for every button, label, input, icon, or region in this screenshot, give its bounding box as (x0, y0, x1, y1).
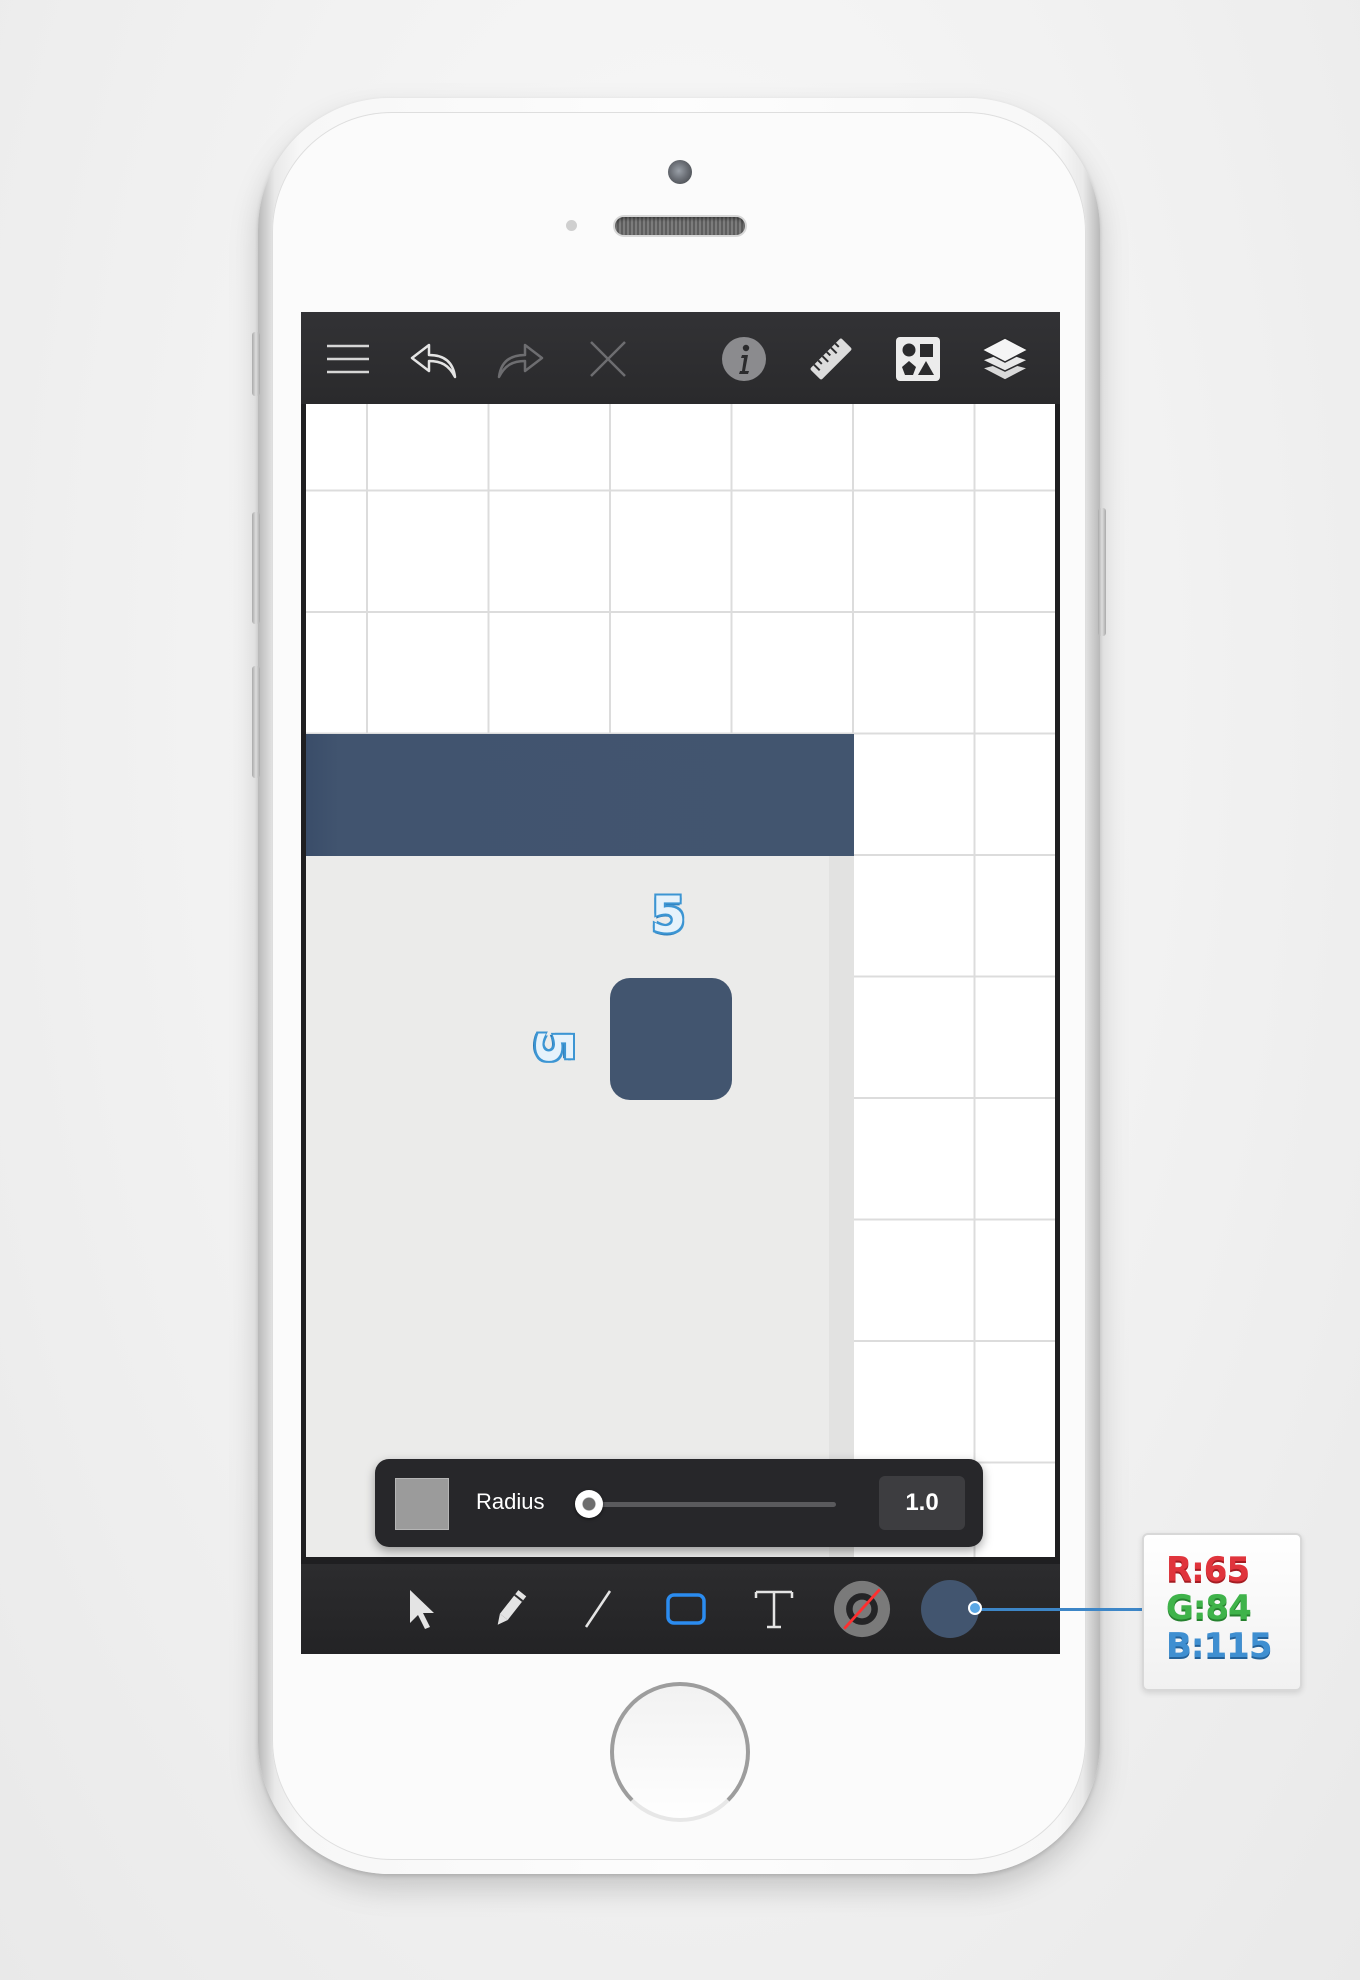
info-icon[interactable] (717, 332, 771, 386)
line-icon[interactable] (569, 1580, 627, 1638)
rgb-green-value: 84 (1205, 1588, 1252, 1628)
earpiece-speaker (615, 217, 745, 235)
radius-preview-swatch (395, 1478, 449, 1530)
rgb-blue-value: 115 (1203, 1626, 1273, 1666)
rgb-callout: R:65 G:84 B:115 (1142, 1533, 1302, 1691)
ruler-icon[interactable] (804, 332, 858, 386)
header-band-shape[interactable] (306, 734, 854, 856)
rgb-blue-line: B:115 (1166, 1627, 1272, 1665)
rgb-red-label: R: (1166, 1550, 1205, 1590)
rgb-red-value: 65 (1203, 1550, 1250, 1590)
stroke-color-icon[interactable] (833, 1580, 891, 1638)
silent-switch (252, 332, 260, 396)
power-button (1098, 508, 1106, 636)
callout-anchor-dot (968, 1601, 982, 1615)
rectangle-icon[interactable] (657, 1580, 715, 1638)
menu-icon[interactable] (321, 332, 375, 386)
rgb-blue-label: B: (1166, 1626, 1205, 1666)
text-icon[interactable] (745, 1580, 803, 1638)
dimension-label-left: 5 (524, 1029, 583, 1065)
radius-panel: Radius 1.0 (375, 1459, 983, 1547)
close-icon[interactable] (581, 332, 635, 386)
drawing-canvas[interactable]: 5 5 (306, 404, 1055, 1557)
volume-up-button (252, 512, 260, 624)
rgb-green-line: G:84 (1166, 1588, 1252, 1628)
rgb-green-label: G: (1166, 1588, 1207, 1628)
shape-panel[interactable] (306, 734, 854, 1557)
rounded-rectangle-shape[interactable] (610, 978, 732, 1100)
layers-icon[interactable] (978, 332, 1032, 386)
select-arrow-icon[interactable] (393, 1580, 451, 1638)
app-screen: 5 5 (301, 312, 1060, 1654)
bottom-toolbar (301, 1564, 1060, 1654)
dimension-label-top: 5 (651, 886, 686, 944)
shapes-library-icon[interactable] (891, 332, 945, 386)
undo-icon[interactable] (407, 332, 461, 386)
redo-icon[interactable] (493, 332, 547, 386)
radius-label: Radius (476, 1489, 545, 1514)
radius-slider-knob[interactable] (575, 1490, 603, 1518)
proximity-sensor (566, 220, 577, 231)
rgb-red-line: R:65 (1166, 1550, 1250, 1590)
front-camera (668, 160, 692, 184)
home-button[interactable] (610, 1682, 750, 1822)
radius-slider-track[interactable] (580, 1502, 836, 1507)
panel-edge-strip (829, 734, 854, 1557)
callout-connector (978, 1608, 1144, 1611)
top-toolbar (301, 312, 1060, 404)
volume-down-button (252, 666, 260, 778)
pencil-icon[interactable] (481, 1580, 539, 1638)
radius-value-field[interactable]: 1.0 (879, 1476, 965, 1530)
